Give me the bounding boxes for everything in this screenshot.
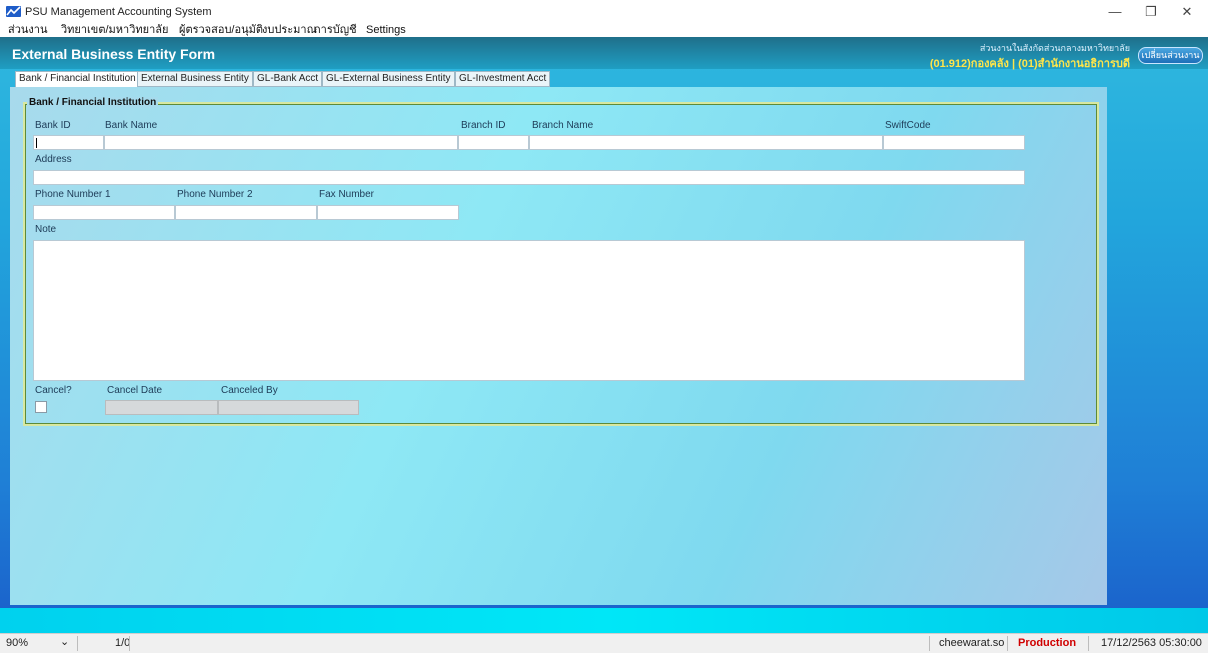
- form-header: External Business Entity Form ส่วนงานในส…: [0, 37, 1208, 70]
- org-unit: (01.912)กองคลัง | (01)สำนักงานอธิการบดี: [929, 58, 1130, 70]
- status-separator: [77, 636, 78, 651]
- canceled-by-field: [218, 400, 359, 415]
- menu-budget[interactable]: งบประมาณ: [262, 24, 317, 37]
- cancel-date-field: [105, 400, 218, 415]
- tab-gl-external-business-entity[interactable]: GL-External Business Entity: [322, 71, 455, 87]
- bank-id-field[interactable]: [33, 135, 104, 150]
- tab-gl-investment-acct[interactable]: GL-Investment Acct: [455, 71, 551, 87]
- zoom-level[interactable]: 90%: [6, 637, 28, 649]
- menu-campus-university[interactable]: วิทยาเขต/มหาวิทยาลัย: [61, 24, 168, 37]
- cancel-date-label: Cancel Date: [107, 385, 163, 396]
- status-separator: [1007, 636, 1008, 651]
- cancel-checkbox[interactable]: [35, 401, 47, 413]
- status-separator: [1088, 636, 1089, 651]
- status-separator: [929, 636, 930, 651]
- minimize-button[interactable]: —: [1097, 2, 1133, 22]
- change-unit-button[interactable]: เปลี่ยนส่วนงาน: [1138, 47, 1203, 64]
- text-caret: [36, 138, 37, 148]
- bottom-decoration: [0, 608, 1208, 633]
- tab-gl-bank-acct[interactable]: GL-Bank Acct: [253, 71, 323, 87]
- datetime: 17/12/2563 05:30:00: [1101, 637, 1202, 649]
- app-logo-icon: [6, 6, 21, 17]
- branch-id-label: Branch ID: [461, 120, 506, 131]
- tab-bank-financial-institution[interactable]: Bank / Financial Institution: [15, 71, 140, 87]
- fax-field[interactable]: [317, 205, 459, 220]
- zoom-dropdown-icon[interactable]: ⌄: [60, 635, 69, 648]
- phone2-label: Phone Number 2: [177, 189, 253, 200]
- menu-division[interactable]: ส่วนงาน: [8, 24, 47, 37]
- menu-auditor-approver[interactable]: ผู้ตรวจสอบ/อนุมัติ: [179, 24, 263, 37]
- window-title-bar: PSU Management Accounting System — ❐ ✕: [0, 0, 1208, 24]
- cancel-label: Cancel?: [35, 385, 72, 396]
- status-bar: 90% ⌄ 1/0 cheewarat.so Production 17/12/…: [0, 633, 1208, 653]
- bank-name-label: Bank Name: [105, 120, 158, 131]
- form-panel: Bank / Financial Institution Bank ID Ban…: [10, 87, 1107, 605]
- bank-name-field[interactable]: [104, 135, 458, 150]
- bank-fieldset: Bank / Financial Institution Bank ID Ban…: [23, 97, 1099, 426]
- swift-code-field[interactable]: [883, 135, 1025, 150]
- swift-code-label: SwiftCode: [885, 120, 931, 131]
- bank-id-label: Bank ID: [35, 120, 71, 131]
- branch-name-field[interactable]: [529, 135, 883, 150]
- app-workspace: External Business Entity Form ส่วนงานในส…: [0, 37, 1208, 633]
- phone1-label: Phone Number 1: [35, 189, 111, 200]
- phone1-field[interactable]: [33, 205, 175, 220]
- note-textarea[interactable]: [33, 240, 1025, 381]
- window-title: PSU Management Accounting System: [25, 6, 212, 18]
- environment-badge: Production: [1018, 637, 1077, 649]
- fax-label: Fax Number: [319, 189, 375, 200]
- tab-external-business-entity[interactable]: External Business Entity: [137, 71, 253, 87]
- note-label: Note: [35, 224, 57, 235]
- address-field[interactable]: [33, 170, 1025, 185]
- menu-settings[interactable]: Settings: [366, 24, 406, 37]
- address-label: Address: [35, 154, 72, 165]
- branch-id-field[interactable]: [458, 135, 529, 150]
- org-subtitle: ส่วนงานในสังกัดส่วนกลางมหาวิทยาลัย: [979, 43, 1130, 53]
- close-button[interactable]: ✕: [1169, 2, 1205, 22]
- phone2-field[interactable]: [175, 205, 317, 220]
- fieldset-legend: Bank / Financial Institution: [27, 97, 159, 108]
- restore-button[interactable]: ❐: [1133, 2, 1169, 22]
- page-indicator: 1/0: [115, 637, 131, 649]
- current-user: cheewarat.so: [939, 637, 1005, 649]
- status-separator: [129, 636, 130, 651]
- menu-accounting[interactable]: การบัญชี: [314, 24, 357, 37]
- menu-bar: ส่วนงาน วิทยาเขต/มหาวิทยาลัย ผู้ตรวจสอบ/…: [0, 24, 1208, 37]
- form-title: External Business Entity Form: [12, 46, 216, 62]
- canceled-by-label: Canceled By: [221, 385, 278, 396]
- branch-name-label: Branch Name: [532, 120, 594, 131]
